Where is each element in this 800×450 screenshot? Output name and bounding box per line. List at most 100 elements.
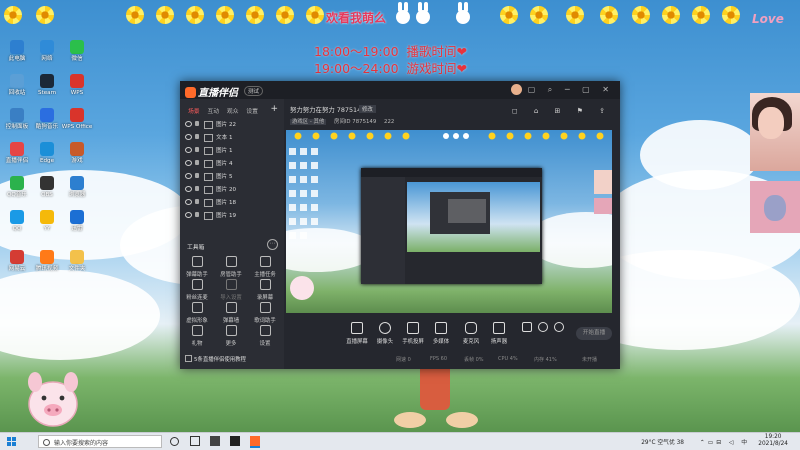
tool-button[interactable]: 礼物 bbox=[180, 325, 214, 347]
lock-icon[interactable] bbox=[195, 186, 199, 191]
tab-interact[interactable]: 互动 bbox=[207, 109, 219, 115]
lock-icon[interactable] bbox=[195, 160, 199, 165]
list-item[interactable]: 文本 1 bbox=[185, 132, 279, 143]
live-companion-taskbar-icon[interactable] bbox=[250, 436, 260, 448]
lock-icon[interactable] bbox=[195, 199, 199, 204]
category-badge[interactable]: 游戏区 - 其他 bbox=[290, 119, 327, 125]
eye-icon[interactable] bbox=[185, 134, 192, 140]
tool-button[interactable]: 主播任务 bbox=[248, 256, 282, 278]
tool-label: 导入设置 bbox=[220, 295, 242, 301]
wps-icon bbox=[70, 108, 84, 122]
desktop-icon[interactable]: 文件夹 bbox=[58, 250, 96, 273]
modify-room-button[interactable]: 修改 bbox=[359, 105, 376, 113]
start-button[interactable] bbox=[7, 437, 16, 446]
tool-button[interactable]: 导入设置 bbox=[214, 279, 248, 301]
desktop-icon[interactable]: 游戏 bbox=[58, 142, 96, 165]
stream-preview[interactable] bbox=[286, 130, 612, 313]
tool-label: 更多 bbox=[225, 341, 237, 347]
tab-scene[interactable]: 场景 bbox=[188, 109, 200, 115]
list-item[interactable]: 图片 19 bbox=[185, 210, 279, 221]
import-icon bbox=[225, 279, 237, 290]
eye-icon[interactable] bbox=[185, 147, 192, 153]
tutorial-link[interactable]: 5条直播伴侣使用教程 bbox=[185, 355, 246, 363]
app-icon[interactable] bbox=[230, 436, 240, 446]
toolbox-more-button[interactable]: ⋯ bbox=[267, 239, 278, 250]
desktop-icon[interactable]: 迅雷 bbox=[58, 210, 96, 233]
checkbox[interactable] bbox=[185, 355, 192, 362]
start-live-button[interactable]: 开始直播 bbox=[576, 327, 612, 340]
download-icon bbox=[70, 210, 84, 224]
eye-icon[interactable] bbox=[185, 186, 192, 192]
app-icon[interactable] bbox=[210, 436, 220, 446]
eye-icon[interactable] bbox=[185, 212, 192, 218]
phone-icon bbox=[407, 322, 419, 334]
settings-button[interactable] bbox=[552, 322, 566, 335]
list-item[interactable]: 图片 22 bbox=[185, 119, 279, 130]
weather[interactable]: 29°C 空气优 38 bbox=[641, 437, 684, 446]
eye-icon[interactable] bbox=[185, 199, 192, 205]
microphone-button[interactable]: 麦克风 bbox=[456, 322, 486, 345]
microphone-icon bbox=[465, 322, 477, 334]
tool-button[interactable]: 粉丝连麦 bbox=[180, 279, 214, 301]
tool-button[interactable]: 录屏幕 bbox=[248, 279, 282, 301]
flower-icon bbox=[126, 6, 144, 24]
media-button[interactable]: 多媒体 bbox=[426, 322, 456, 345]
list-item[interactable]: 图片 4 bbox=[185, 158, 279, 169]
camera-button[interactable]: 摄像头 bbox=[370, 322, 400, 345]
lock-icon[interactable] bbox=[195, 147, 199, 152]
scene-label: 图片 5 bbox=[216, 174, 233, 180]
eye-icon[interactable] bbox=[185, 173, 192, 179]
tab-audience[interactable]: 观众 bbox=[227, 109, 239, 115]
lock-icon[interactable] bbox=[195, 212, 199, 217]
tray-icons[interactable]: ⌃▭⊟ ◁ 中 bbox=[700, 437, 750, 446]
desktop-icon-label: QQ bbox=[12, 226, 22, 232]
search-input[interactable]: 输入你要搜索的内容 bbox=[38, 435, 162, 448]
screen-capture-button[interactable]: 直播屏幕 bbox=[342, 322, 372, 345]
tool-button[interactable]: 房管助手 bbox=[214, 256, 248, 278]
desktop-icon[interactable]: WPS Office bbox=[58, 108, 96, 131]
layout-button[interactable] bbox=[520, 322, 534, 335]
avatar[interactable] bbox=[511, 84, 522, 95]
list-item[interactable]: 图片 5 bbox=[185, 171, 279, 182]
heart-icon: ❤ bbox=[456, 61, 467, 76]
image-icon bbox=[204, 121, 213, 129]
lock-icon[interactable] bbox=[195, 173, 199, 178]
cloud bbox=[640, 120, 760, 190]
desktop-icon[interactable]: WPS bbox=[58, 74, 96, 97]
task-view-icon[interactable] bbox=[190, 436, 200, 446]
clock[interactable]: 19:20 2021/8/24 bbox=[758, 434, 788, 448]
desktop-icon[interactable]: 浏览器 bbox=[58, 176, 96, 199]
right-toolbar[interactable]: ◻ ⌂ ⊞ ⚑ ⇪ bbox=[512, 107, 612, 115]
net-status: 网速 0 bbox=[396, 357, 411, 363]
scene-label: 图片 20 bbox=[216, 187, 237, 193]
tab-settings[interactable]: 设置 bbox=[246, 109, 258, 115]
desktop-icon-label: 网易云 bbox=[8, 266, 26, 272]
add-source-button[interactable]: + bbox=[270, 104, 278, 114]
tool-button[interactable]: 歌词助手 bbox=[248, 302, 282, 324]
list-item[interactable]: 图片 20 bbox=[185, 184, 279, 195]
desktop-icon[interactable]: 微信 bbox=[58, 40, 96, 63]
tool-button[interactable]: 更多 bbox=[214, 325, 248, 347]
record-button[interactable] bbox=[536, 322, 550, 335]
cortana-icon[interactable] bbox=[170, 437, 179, 446]
speaker-button[interactable]: 扬声器 bbox=[484, 322, 514, 345]
lock-icon[interactable] bbox=[195, 134, 199, 139]
danmaku-icon bbox=[191, 256, 203, 267]
eye-icon[interactable] bbox=[185, 121, 192, 127]
tool-button[interactable]: 设置 bbox=[248, 325, 282, 347]
tool-button[interactable]: 弹幕助手 bbox=[180, 256, 214, 278]
phone-cast-button[interactable]: 手机投屏 bbox=[398, 322, 428, 345]
tool-button[interactable]: 弹幕墙 bbox=[214, 302, 248, 324]
tool-button[interactable]: 虚拟形象 bbox=[180, 302, 214, 324]
scene-label: 图片 18 bbox=[216, 200, 237, 206]
browser-icon bbox=[70, 176, 84, 190]
version-badge[interactable]: 测试 bbox=[244, 86, 264, 96]
flower-icon bbox=[246, 6, 264, 24]
eye-icon[interactable] bbox=[185, 160, 192, 166]
window-controls[interactable]: ▢ ⌕ ─ ▢ ✕ bbox=[528, 85, 614, 95]
lock-icon[interactable] bbox=[195, 121, 199, 126]
list-item[interactable]: 图片 1 bbox=[185, 145, 279, 156]
recycle-bin-icon bbox=[10, 74, 24, 88]
list-item[interactable]: 图片 18 bbox=[185, 197, 279, 208]
schedule-activity: 游戏时间 bbox=[406, 61, 457, 76]
